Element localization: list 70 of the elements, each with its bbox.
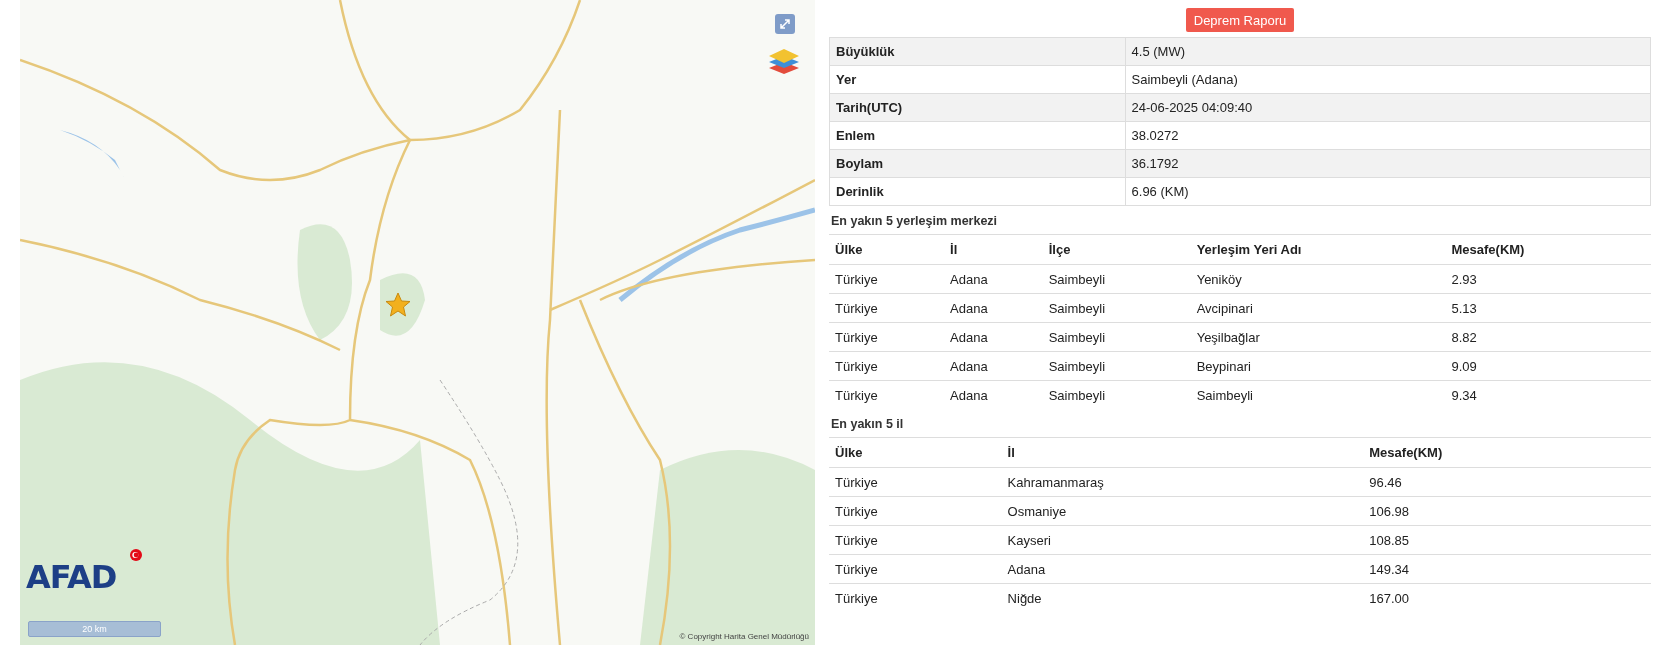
table-cell: 8.82 <box>1445 322 1651 352</box>
table-cell: Türkiye <box>829 583 1002 612</box>
table-cell: Yeniköy <box>1190 264 1446 294</box>
detail-label: Boylam <box>829 149 1126 178</box>
table-cell: Türkiye <box>829 322 945 352</box>
column-header: İlçe <box>1042 234 1191 265</box>
table-cell: Türkiye <box>829 351 945 381</box>
table-cell: Beypinari <box>1190 351 1446 381</box>
table-cell: Saimbeyli <box>1042 264 1191 294</box>
table-cell: Türkiye <box>829 525 1002 555</box>
column-header: Mesafe(KM) <box>1445 234 1651 265</box>
table-cell: Türkiye <box>829 264 945 294</box>
column-header: Ülke <box>829 437 1002 468</box>
detail-value: 36.1792 <box>1125 149 1651 178</box>
copyright-text: © Copyright Harita Genel Müdürlüğü <box>679 632 809 641</box>
flag-icon <box>130 549 142 561</box>
detail-value: 38.0272 <box>1125 121 1651 150</box>
column-header: İl <box>944 234 1043 265</box>
table-cell: Adana <box>944 322 1043 352</box>
table-cell: Adana <box>944 380 1043 409</box>
section-title: En yakın 5 il <box>830 416 905 433</box>
detail-value: Saimbeyli (Adana) <box>1125 65 1651 94</box>
table-cell: Yeşilbağlar <box>1190 322 1446 352</box>
table-cell: 149.34 <box>1363 554 1651 584</box>
table-cell: 5.13 <box>1445 293 1651 323</box>
table-cell: 2.93 <box>1445 264 1651 294</box>
table-cell: 167.00 <box>1363 583 1651 612</box>
table-cell: Adana <box>1001 554 1364 584</box>
table-cell: Avcipinari <box>1190 293 1446 323</box>
table-cell: Saimbeyli <box>1190 380 1446 409</box>
table-cell: Saimbeyli <box>1042 322 1191 352</box>
table-cell: 96.46 <box>1363 467 1651 497</box>
table-cell: Türkiye <box>829 496 1002 526</box>
detail-label: Büyüklük <box>829 37 1126 66</box>
table-cell: Adana <box>944 293 1043 323</box>
scale-bar: 20 km <box>28 621 161 637</box>
epicenter-star-icon <box>385 292 411 317</box>
table-cell: Türkiye <box>829 467 1002 497</box>
logo-text: AFAD <box>26 561 117 593</box>
table-cell: Türkiye <box>829 293 945 323</box>
column-header: Ülke <box>829 234 945 265</box>
table-cell: Saimbeyli <box>1042 293 1191 323</box>
table-cell: Niğde <box>1001 583 1364 612</box>
detail-value: 24-06-2025 04:09:40 <box>1125 93 1651 122</box>
expand-button[interactable] <box>775 14 795 34</box>
table-cell: 108.85 <box>1363 525 1651 555</box>
table-cell: Türkiye <box>829 554 1002 584</box>
detail-label: Enlem <box>829 121 1126 150</box>
table-cell: Adana <box>944 351 1043 381</box>
detail-label: Yer <box>829 65 1126 94</box>
column-header: Mesafe(KM) <box>1363 437 1651 468</box>
table-cell: Adana <box>944 264 1043 294</box>
table-cell: Osmaniye <box>1001 496 1364 526</box>
detail-value: 4.5 (MW) <box>1125 37 1651 66</box>
column-header: Yerleşim Yeri Adı <box>1190 234 1446 265</box>
detail-label: Derinlik <box>829 177 1126 206</box>
detail-label: Tarih(UTC) <box>829 93 1126 122</box>
table-cell: 9.34 <box>1445 380 1651 409</box>
table-cell: Kahramanmaraş <box>1001 467 1364 497</box>
table-cell: 9.09 <box>1445 351 1651 381</box>
table-cell: 106.98 <box>1363 496 1651 526</box>
table-cell: Türkiye <box>829 380 945 409</box>
section-title: En yakın 5 yerleşim merkezi <box>830 213 999 230</box>
detail-value: 6.96 (KM) <box>1125 177 1651 206</box>
column-header: İl <box>1001 437 1364 468</box>
report-button[interactable]: Deprem Raporu <box>1185 8 1295 32</box>
table-cell: Saimbeyli <box>1042 380 1191 409</box>
table-cell: Kayseri <box>1001 525 1364 555</box>
expand-icon <box>779 18 791 30</box>
table-cell: Saimbeyli <box>1042 351 1191 381</box>
